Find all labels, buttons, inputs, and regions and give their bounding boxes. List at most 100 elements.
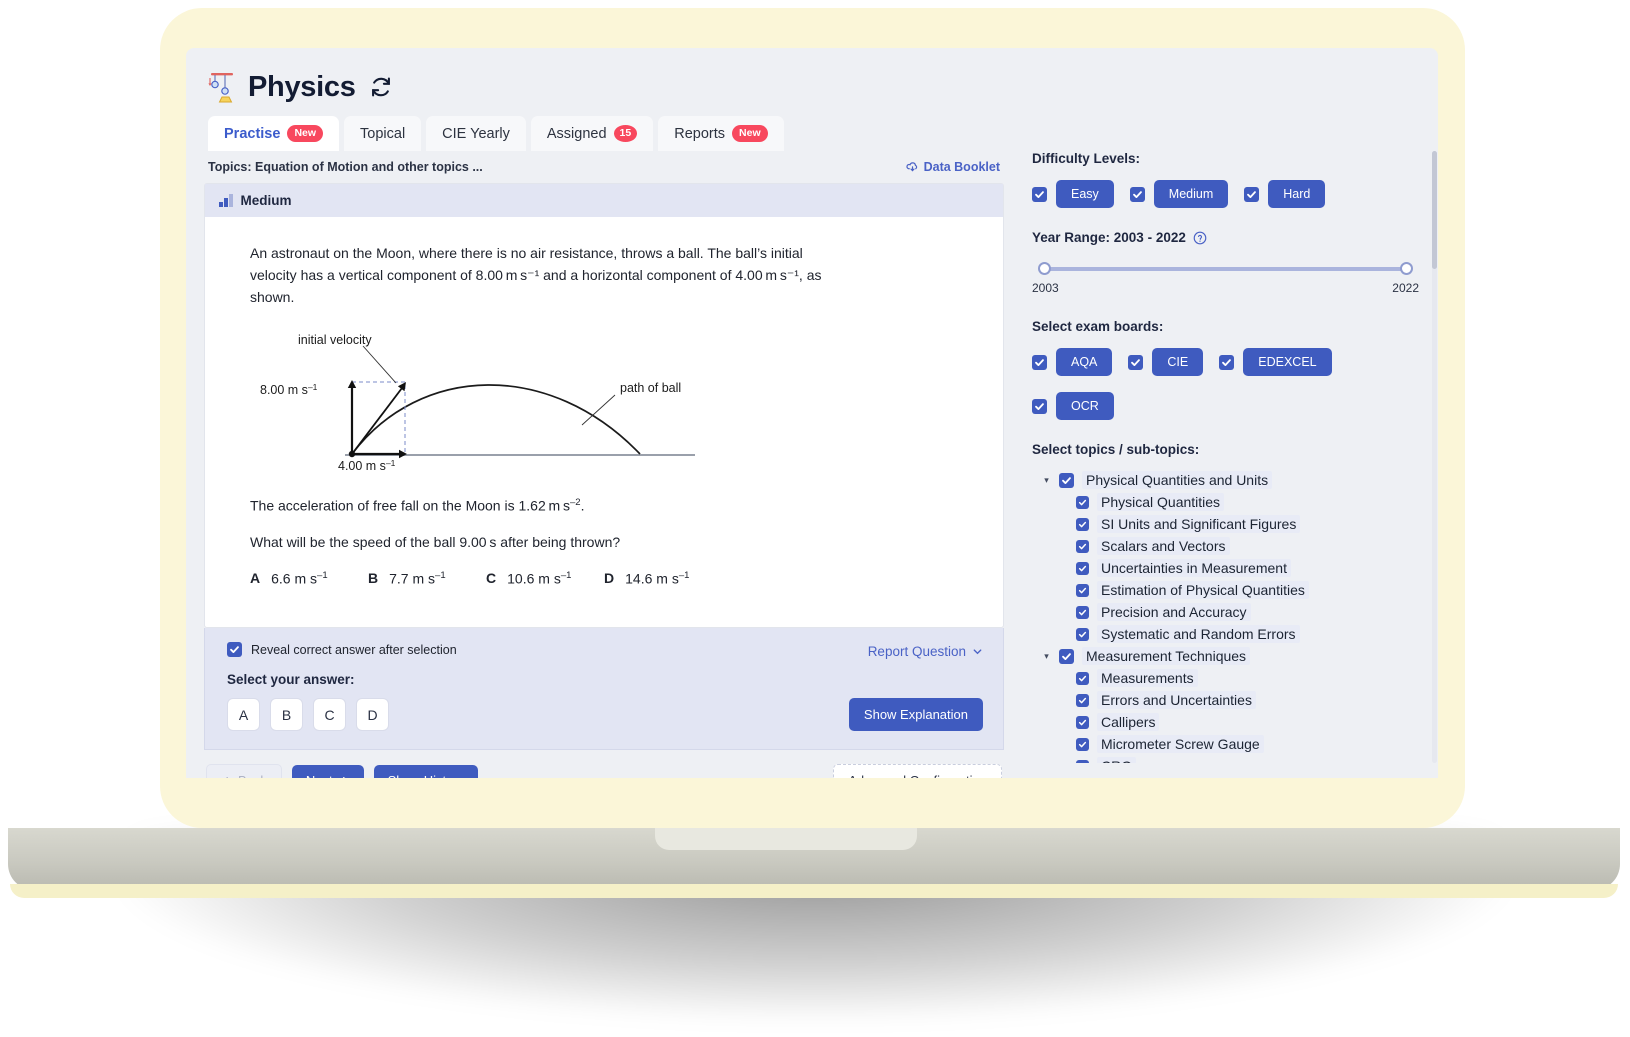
option-list: A 6.6 m s–1 B 7.7 m s–1 C 10.6 m s–1 D 1… — [250, 570, 973, 587]
answer-button-a[interactable]: A — [227, 698, 260, 732]
subtopic-node[interactable]: Physical Quantities — [1076, 491, 1419, 513]
subtopic-node[interactable]: Callipers — [1076, 711, 1419, 733]
topic-node[interactable]: ▾ Physical Quantities and Units — [1042, 469, 1419, 491]
option-value: 10.6 m s–1 — [507, 569, 572, 587]
physics-pendulum-icon — [208, 70, 238, 104]
difficulty-easy[interactable]: Easy — [1032, 180, 1114, 209]
sidebar-scrollbar-thumb[interactable] — [1432, 151, 1437, 270]
topic-checkbox[interactable] — [1076, 517, 1089, 531]
topic-node[interactable]: ▾ Measurement Techniques — [1042, 645, 1419, 667]
data-booklet-link[interactable]: Data Booklet — [905, 160, 1000, 174]
subtopic-node[interactable]: Uncertainties in Measurement — [1076, 557, 1419, 579]
next-button[interactable]: Next — [291, 765, 364, 778]
board-cie-chip[interactable]: CIE — [1152, 348, 1204, 377]
screen: Physics Practise New Topical CIE Yearly … — [186, 48, 1438, 778]
answer-button-c[interactable]: C — [313, 698, 346, 732]
subtopic-node[interactable]: Systematic and Random Errors — [1076, 623, 1419, 645]
subtopic-node[interactable]: Scalars and Vectors — [1076, 535, 1419, 557]
topic-checkbox[interactable] — [1076, 605, 1089, 619]
topic-checkbox[interactable] — [1076, 627, 1089, 641]
board-aqa[interactable]: AQA — [1032, 348, 1113, 377]
topic-checkbox[interactable] — [1059, 648, 1074, 664]
tab-practise[interactable]: Practise New — [208, 116, 340, 152]
tab-reports[interactable]: Reports New — [658, 116, 784, 152]
topic-label: Scalars and Vectors — [1097, 537, 1230, 556]
subtopic-node[interactable]: SI Units and Significant Figures — [1076, 513, 1419, 535]
refresh-icon[interactable] — [370, 76, 392, 98]
tab-assigned[interactable]: Assigned 15 — [530, 116, 654, 152]
board-ocr-chip[interactable]: OCR — [1056, 392, 1114, 421]
topic-checkbox[interactable] — [1076, 693, 1089, 707]
tab-badge-new: New — [732, 125, 768, 143]
board-cie[interactable]: CIE — [1128, 348, 1204, 377]
back-button[interactable]: Back — [206, 764, 282, 778]
slider-handle-min[interactable] — [1038, 262, 1051, 276]
board-edexcel[interactable]: EDEXCEL — [1219, 348, 1332, 377]
option-letter: A — [250, 569, 261, 586]
advanced-configuration-button[interactable]: Advanced Configuration — [833, 764, 1002, 778]
option-d: D 14.6 m s–1 — [604, 570, 722, 587]
select-answer-label: Select your answer: — [227, 672, 355, 688]
subtopic-node[interactable]: Micrometer Screw Gauge — [1076, 733, 1419, 755]
report-question-link[interactable]: Report Question — [868, 644, 983, 659]
subtopic-node[interactable]: Errors and Uncertainties — [1076, 689, 1419, 711]
tab-label: Reports — [674, 125, 726, 142]
show-history-button[interactable]: Show History — [373, 765, 479, 778]
board-aqa-checkbox[interactable] — [1032, 354, 1047, 370]
topic-checkbox[interactable] — [1059, 472, 1074, 488]
difficulty-hard-chip[interactable]: Hard — [1268, 180, 1326, 209]
board-edexcel-chip[interactable]: EDEXCEL — [1243, 348, 1332, 377]
topic-label: SI Units and Significant Figures — [1097, 515, 1301, 534]
difficulty-easy-chip[interactable]: Easy — [1056, 180, 1114, 209]
topic-checkbox[interactable] — [1076, 561, 1089, 575]
subtopic-node[interactable]: Estimation of Physical Quantities — [1076, 579, 1419, 601]
reveal-answer-checkbox[interactable] — [227, 642, 242, 658]
expand-caret-icon[interactable]: ▾ — [1042, 475, 1051, 486]
subtopic-node[interactable]: Precision and Accuracy — [1076, 601, 1419, 623]
board-ocr-checkbox[interactable] — [1032, 398, 1047, 414]
topic-checkbox[interactable] — [1076, 671, 1089, 685]
laptop-trackpad-lip — [655, 828, 917, 850]
board-cie-checkbox[interactable] — [1128, 354, 1144, 370]
tab-badge-new: New — [287, 125, 324, 143]
board-aqa-chip[interactable]: AQA — [1056, 348, 1113, 377]
exam-boards-chip-row: AQA CIE EDEXCEL OCR — [1032, 348, 1419, 421]
tab-cie-yearly[interactable]: CIE Yearly — [426, 116, 526, 152]
topic-checkbox[interactable] — [1076, 715, 1089, 729]
topic-checkbox[interactable] — [1076, 583, 1089, 597]
option-c: C 10.6 m s–1 — [486, 570, 604, 587]
topics-tree-heading: Select topics / sub-topics: — [1032, 442, 1200, 458]
show-explanation-button[interactable]: Show Explanation — [848, 698, 983, 732]
main-tabs[interactable]: Practise New Topical CIE Yearly Assigned… — [208, 116, 1420, 152]
answer-button-b[interactable]: B — [270, 698, 303, 732]
difficulty-medium-chip[interactable]: Medium — [1153, 180, 1229, 209]
topic-checkbox[interactable] — [1076, 539, 1089, 553]
board-ocr[interactable]: OCR — [1032, 392, 1114, 421]
subtopic-node[interactable]: Measurements — [1076, 667, 1419, 689]
slider-handle-max[interactable] — [1400, 262, 1413, 276]
topic-checkbox[interactable] — [1076, 737, 1089, 751]
topics-bar: Topics: Equation of Motion and other top… — [204, 151, 1004, 183]
topic-checkbox[interactable] — [1076, 495, 1089, 509]
topic-checkbox[interactable] — [1076, 759, 1089, 764]
difficulty-medium[interactable]: Medium — [1129, 180, 1229, 209]
difficulty-medium-checkbox[interactable] — [1129, 186, 1145, 202]
tab-label: Topical — [360, 125, 406, 142]
back-label: Back — [238, 773, 267, 778]
topic-label: Systematic and Random Errors — [1097, 625, 1300, 644]
board-edexcel-checkbox[interactable] — [1219, 354, 1235, 370]
tab-topical[interactable]: Topical — [344, 116, 422, 152]
difficulty-hard[interactable]: Hard — [1244, 180, 1326, 209]
answer-button-d[interactable]: D — [356, 698, 389, 732]
year-range-heading: Year Range: 2003 - 2022 — [1032, 230, 1419, 245]
option-letter: D — [604, 569, 615, 586]
year-range-slider[interactable] — [1038, 261, 1413, 277]
statement-exponent: –2 — [570, 497, 581, 509]
difficulty-hard-checkbox[interactable] — [1244, 186, 1260, 202]
laptop-foot — [10, 884, 1618, 898]
expand-caret-icon[interactable]: ▾ — [1042, 651, 1051, 662]
help-circle-icon[interactable] — [1193, 231, 1207, 245]
subtopic-node[interactable]: CRO — [1076, 755, 1419, 764]
topic-label: Callipers — [1097, 713, 1160, 732]
difficulty-easy-checkbox[interactable] — [1032, 186, 1047, 202]
